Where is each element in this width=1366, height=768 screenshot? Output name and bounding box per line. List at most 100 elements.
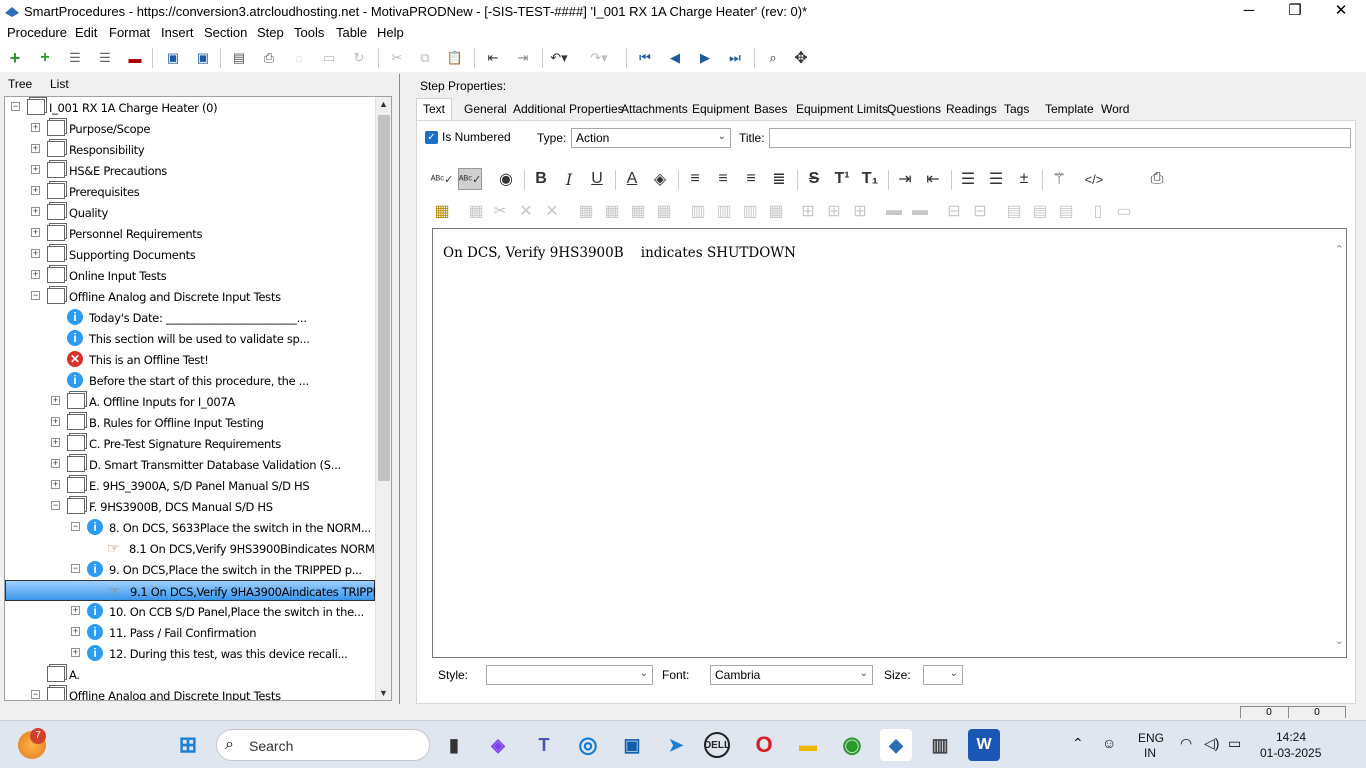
- spellcheck-auto-icon[interactable]: ᴬᴮᶜ✓: [458, 168, 482, 190]
- menu-tools[interactable]: Tools: [294, 25, 324, 40]
- clock-time[interactable]: 14:24: [1276, 730, 1306, 744]
- align-left-icon[interactable]: ≡: [683, 168, 707, 190]
- tree-node[interactable]: i Today's Date: ________________________.…: [5, 307, 375, 328]
- superscript-icon[interactable]: T¹: [830, 168, 854, 190]
- table-icon-16[interactable]: ▬: [882, 200, 906, 222]
- print-icon[interactable]: ⎙: [258, 48, 280, 68]
- refresh-icon[interactable]: ◌: [288, 48, 310, 68]
- volume-icon[interactable]: ◁): [1204, 735, 1219, 752]
- collapse-icon[interactable]: −: [31, 291, 40, 300]
- tree-node[interactable]: + Purpose/Scope: [5, 118, 375, 139]
- edge-icon[interactable]: ◎: [572, 729, 604, 761]
- justify-icon[interactable]: ≣: [767, 168, 791, 190]
- expand-icon[interactable]: +: [71, 648, 80, 657]
- menu-step[interactable]: Step: [257, 25, 284, 40]
- battery-icon[interactable]: ▭: [1228, 735, 1241, 752]
- tree-node[interactable]: + A. Offline Inputs for I_007A: [5, 391, 375, 412]
- paste-icon[interactable]: 📋: [444, 48, 466, 68]
- tree-node[interactable]: i Before the start of this procedure, the…: [5, 370, 375, 391]
- tree-node[interactable]: A.: [5, 664, 375, 685]
- tree-node[interactable]: − I_001 RX 1A Charge Heater (0): [5, 97, 375, 118]
- app-arrow-icon[interactable]: ➤: [660, 729, 692, 761]
- step-text-editor[interactable]: On DCS, Verify 9HS3900B indicates SHUTDO…: [432, 228, 1347, 658]
- start-icon[interactable]: ⊞: [172, 729, 204, 761]
- title-input[interactable]: [769, 128, 1351, 148]
- table-icon-23[interactable]: ▯: [1086, 200, 1110, 222]
- export-icon[interactable]: ▤: [228, 48, 250, 68]
- table-icon-20[interactable]: ▤: [1002, 200, 1026, 222]
- table-icon-14[interactable]: ⊞: [822, 200, 846, 222]
- tree-node[interactable]: i This section will be used to validate s…: [5, 328, 375, 349]
- tree-node[interactable]: − i 9. On DCS,Place the switch in the TRIP…: [5, 559, 375, 580]
- underline-icon[interactable]: U: [585, 168, 609, 190]
- menu-table[interactable]: Table: [336, 25, 367, 40]
- expand-icon[interactable]: +: [71, 627, 80, 636]
- dell-icon[interactable]: DELL: [704, 732, 730, 758]
- table-icon-13[interactable]: ⊞: [796, 200, 820, 222]
- first-icon[interactable]: ⏮: [634, 48, 656, 68]
- tab-readings[interactable]: Readings: [946, 102, 997, 116]
- splitter[interactable]: [399, 74, 405, 704]
- expand-icon[interactable]: +: [31, 186, 40, 195]
- file-explorer-icon[interactable]: ▬: [792, 729, 824, 761]
- network-app-icon[interactable]: ▥: [924, 729, 956, 761]
- table-icon-4[interactable]: ✕: [540, 200, 564, 222]
- add-icon[interactable]: +: [4, 48, 26, 68]
- scroll-up-icon[interactable]: ▲: [379, 99, 388, 109]
- previous-icon[interactable]: ◀: [664, 48, 686, 68]
- tree-node[interactable]: + HS&E Precautions: [5, 160, 375, 181]
- tree-node[interactable]: + Supporting Documents: [5, 244, 375, 265]
- expand-icon[interactable]: +: [31, 165, 40, 174]
- tree-node[interactable]: + Responsibility: [5, 139, 375, 160]
- tree-node[interactable]: + Quality: [5, 202, 375, 223]
- table-icon-9[interactable]: ▥: [686, 200, 710, 222]
- store-icon[interactable]: ▣: [616, 729, 648, 761]
- tree-node[interactable]: + Personnel Requirements: [5, 223, 375, 244]
- tree-node[interactable]: + i 12. During this test, was this device …: [5, 643, 375, 664]
- italic-icon[interactable]: I: [557, 168, 581, 190]
- table-icon-7[interactable]: ▦: [626, 200, 650, 222]
- indent-left-icon[interactable]: ⇤: [921, 168, 945, 190]
- expand-icon[interactable]: +: [31, 207, 40, 216]
- tab-attachments[interactable]: Attachments: [621, 102, 688, 116]
- tree-node-selected[interactable]: ☞ 9.1 On DCS,Verify 9HA3900Aindicates TRI…: [5, 580, 388, 601]
- table-icon-2[interactable]: ✂: [488, 200, 512, 222]
- tree-node[interactable]: − F. 9HS3900B, DCS Manual S/D HS: [5, 496, 375, 517]
- redo-icon[interactable]: ↻: [348, 48, 370, 68]
- indent-icon[interactable]: ⇥: [512, 48, 534, 68]
- table-icon-6[interactable]: ▦: [600, 200, 624, 222]
- table-icon-5[interactable]: ▦: [574, 200, 598, 222]
- numbered-list-icon[interactable]: ☰: [984, 168, 1008, 190]
- is-numbered-checkbox[interactable]: ✓: [425, 131, 438, 144]
- tree-node[interactable]: + i 10. On CCB S/D Panel,Place the switch …: [5, 601, 375, 622]
- cut-icon[interactable]: ✂: [386, 48, 408, 68]
- chrome-icon[interactable]: ◉: [836, 729, 868, 761]
- tree-node[interactable]: − Offline Analog and Discrete Input Tests: [5, 286, 375, 307]
- bold-icon[interactable]: B: [529, 168, 553, 190]
- scrollbar-thumb[interactable]: [378, 115, 390, 481]
- collapse-icon[interactable]: −: [71, 522, 80, 531]
- smartprocedures-taskbar-icon[interactable]: ◆: [880, 729, 912, 761]
- font-dropdown[interactable]: Cambria ⌄: [710, 665, 873, 685]
- add-child-icon[interactable]: +: [34, 48, 56, 68]
- last-icon[interactable]: ⏭: [724, 48, 746, 68]
- table-icon-10[interactable]: ▥: [712, 200, 736, 222]
- expand-icon[interactable]: +: [51, 396, 60, 405]
- tab-equipment[interactable]: Equipment: [692, 102, 749, 116]
- style-dropdown[interactable]: ⌄: [486, 665, 653, 685]
- editor-content[interactable]: On DCS, Verify 9HS3900B indicates SHUTDO…: [443, 245, 796, 261]
- tree-node[interactable]: + D. Smart Transmitter Database Validatio…: [5, 454, 375, 475]
- tree-node[interactable]: + E. 9HS_3900A, S/D Panel Manual S/D HS: [5, 475, 375, 496]
- opera-icon[interactable]: O: [748, 729, 780, 761]
- expand-icon[interactable]: +: [51, 438, 60, 447]
- table-icon-11[interactable]: ▥: [738, 200, 762, 222]
- tree-node[interactable]: − Offline Analog and Discrete Input Tests: [5, 685, 375, 700]
- insert-table-icon[interactable]: ▦: [430, 200, 454, 222]
- view-icon[interactable]: ⌕: [762, 48, 784, 68]
- teams-icon[interactable]: T: [528, 729, 560, 761]
- remove-icon[interactable]: ▬: [124, 48, 146, 68]
- expand-icon[interactable]: +: [51, 459, 60, 468]
- list-icon[interactable]: ☰: [64, 48, 86, 68]
- tab-template[interactable]: Template: [1045, 102, 1094, 116]
- expand-icon[interactable]: +: [51, 480, 60, 489]
